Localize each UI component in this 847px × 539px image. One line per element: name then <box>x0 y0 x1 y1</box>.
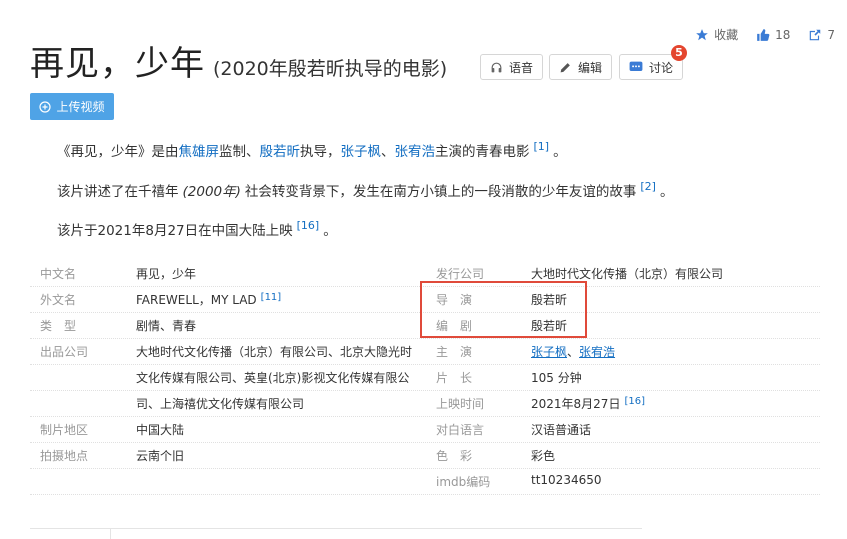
info-label: 片 长 <box>436 371 473 385</box>
page-subtitle: (2020年殷若昕执导的电影) <box>213 58 448 80</box>
info-label: 出品公司 <box>40 345 89 359</box>
info-row: 拍摄地点 云南个旧 色 彩 彩色 <box>30 442 820 469</box>
info-value: 汉语普通话 <box>531 423 592 437</box>
info-value: 中国大陆 <box>136 423 185 437</box>
info-value: 大地时代文化传播（北京）有限公司、北京大隐光时 <box>136 345 413 359</box>
info-label: 制片地区 <box>40 423 89 437</box>
intro-text: 社会转变背景下，发生在南方小镇上的一段消散的少年友谊的故事 <box>244 184 637 200</box>
intro-text: 、 <box>381 144 395 160</box>
headphones-icon <box>491 62 502 72</box>
info-row: 出品公司 大地时代文化传播（北京）有限公司、北京大隐光时 主 演 张子枫、张宥浩 <box>30 338 820 365</box>
like-count: 18 <box>775 27 791 42</box>
info-value: 2021年8月27日 [16] <box>531 395 645 412</box>
discuss-count-badge: 5 <box>671 45 687 61</box>
voice-label: 语音 <box>509 60 534 75</box>
highlight-box <box>420 281 587 338</box>
producer-link[interactable]: 焦雄屏 <box>179 144 220 160</box>
page-title: 再见，少年 <box>30 44 205 84</box>
info-value: 大地时代文化传播（北京）有限公司 <box>531 267 724 281</box>
info-label: imdb编码 <box>436 475 491 489</box>
share-button[interactable]: 7 <box>808 26 835 43</box>
star-icon <box>696 28 708 40</box>
info-row: imdb编码 tt10234650 <box>30 468 820 495</box>
info-value: tt10234650 <box>531 473 602 487</box>
separator: 、 <box>567 345 580 359</box>
info-label: 外文名 <box>40 293 77 307</box>
divider <box>30 528 642 529</box>
like-button[interactable]: 18 <box>756 26 790 43</box>
info-value: 云南个旧 <box>136 449 185 463</box>
info-label: 上映时间 <box>436 397 485 411</box>
actor-link-1[interactable]: 张子枫 <box>341 144 382 160</box>
intro-text: 《再见，少年》是由 <box>57 144 179 160</box>
intro-text: 。 <box>323 223 337 239</box>
foreign-title-text: FAREWELL，MY LAD <box>136 293 257 307</box>
actor-link-2[interactable]: 张宥浩 <box>395 144 436 160</box>
actor-link-2[interactable]: 张宥浩 <box>579 345 615 359</box>
info-value: FAREWELL，MY LAD [11] <box>136 291 281 308</box>
reference-link[interactable]: [16] <box>297 219 320 232</box>
edit-label: 编辑 <box>578 60 603 75</box>
info-label: 拍摄地点 <box>40 449 89 463</box>
discuss-label: 讨论 <box>649 60 674 75</box>
info-row: 制片地区 中国大陆 对白语言 汉语普通话 <box>30 416 820 443</box>
share-icon <box>810 29 821 40</box>
upload-video-button[interactable]: 上传视频 <box>30 93 114 120</box>
intro-text: 该片讲述了在千禧年 <box>57 184 179 200</box>
info-value: 文化传媒有限公司、英皇(北京)影视文化传媒有限公 <box>136 371 410 385</box>
favorite-button[interactable]: 收藏 <box>695 26 738 43</box>
reference-link[interactable]: [16] <box>624 396 645 407</box>
info-label: 色 彩 <box>436 449 473 463</box>
info-row: 文化传媒有限公司、英皇(北京)影视文化传媒有限公 片 长 105 分钟 <box>30 364 820 391</box>
info-value: 彩色 <box>531 449 556 463</box>
favorite-label: 收藏 <box>714 28 739 42</box>
intro-paragraph-3: 该片于2021年8月27日在中国大陆上映 [16]。 <box>57 219 337 239</box>
pencil-icon <box>560 62 570 72</box>
intro-text: 执导， <box>300 144 341 160</box>
intro-text: 。 <box>553 144 567 160</box>
intro-text: 该片于2021年8月27日在中国大陆上映 <box>57 223 293 239</box>
edit-button[interactable]: 编辑 <box>549 54 613 80</box>
reference-link[interactable]: [11] <box>261 292 282 303</box>
intro-paragraph-1: 《再见，少年》是由焦雄屏监制、殷若昕执导，张子枫、张宥浩主演的青春电影 [1]。 <box>57 140 567 160</box>
thumbs-up-icon <box>757 28 770 41</box>
reference-link[interactable]: [1] <box>534 140 550 153</box>
info-value: 再见，少年 <box>136 267 197 281</box>
intro-text: 监制、 <box>219 144 260 160</box>
info-value: 剧情、青春 <box>136 319 197 333</box>
actor-link-1[interactable]: 张子枫 <box>531 345 567 359</box>
info-label: 类 型 <box>40 319 77 333</box>
upload-video-label: 上传视频 <box>56 100 105 114</box>
info-value: 司、上海禧优文化传媒有限公司 <box>136 397 305 411</box>
plus-circle-icon <box>39 100 52 113</box>
chat-icon <box>629 61 643 71</box>
info-label: 对白语言 <box>436 423 485 437</box>
voice-button[interactable]: 语音 <box>480 54 544 80</box>
divider <box>110 528 111 539</box>
info-value: 张子枫、张宥浩 <box>531 343 615 360</box>
top-actions: 收藏 18 7 <box>695 26 835 43</box>
info-label: 中文名 <box>40 267 77 281</box>
director-link[interactable]: 殷若昕 <box>260 144 301 160</box>
intro-text: 。 <box>659 184 674 200</box>
intro-text: 主演的青春电影 <box>435 144 530 160</box>
intro-paragraph-2: 该片讲述了在千禧年 (2000年) 社会转变背景下，发生在南方小镇上的一段消散的少年… <box>57 180 673 200</box>
release-date-text: 2021年8月27日 <box>531 397 621 411</box>
info-value: 105 分钟 <box>531 371 582 385</box>
info-row: 司、上海禧优文化传媒有限公司 上映时间 2021年8月27日 [16] <box>30 390 820 417</box>
info-label: 发行公司 <box>436 267 485 281</box>
share-count: 7 <box>827 27 835 42</box>
intro-italic-text: (2000年) <box>182 184 241 200</box>
info-label: 主 演 <box>436 345 473 359</box>
reference-link[interactable]: [2] <box>640 180 656 193</box>
